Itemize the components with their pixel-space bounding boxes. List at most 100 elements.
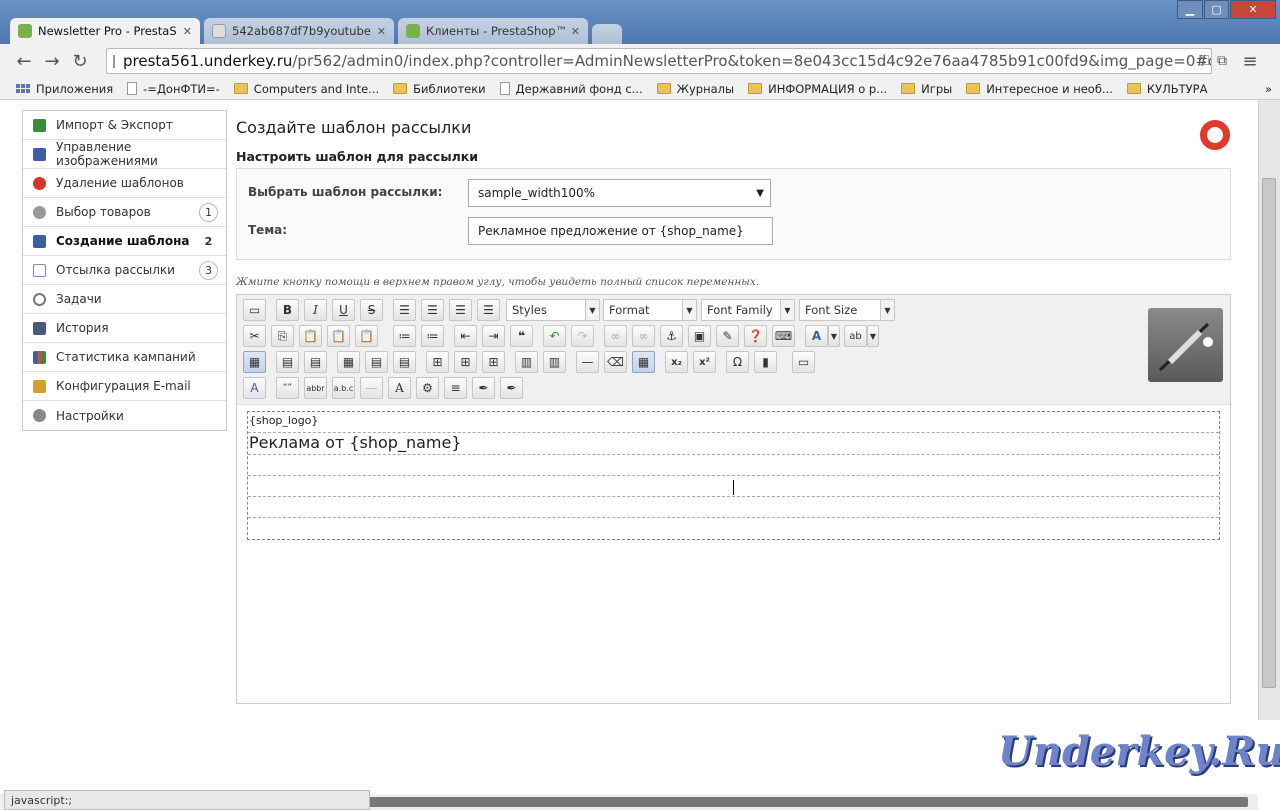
sidebar-item-images[interactable]: Управление изображениями <box>23 140 226 169</box>
cut-icon[interactable]: ✂ <box>243 325 266 347</box>
underline-icon[interactable]: U <box>332 299 355 321</box>
font-size-dropdown[interactable]: Font Size ▼ <box>799 299 895 321</box>
delete-column-icon[interactable]: ▥ <box>543 351 566 373</box>
dropper-icon[interactable]: ✒ <box>500 377 523 399</box>
reload-icon[interactable]: ↻ <box>66 51 94 72</box>
close-window-icon[interactable]: ✕ <box>1230 0 1276 19</box>
align-center-icon[interactable]: ☰ <box>421 299 444 321</box>
vertical-scrollbar[interactable] <box>1258 100 1280 720</box>
italic-icon[interactable]: I <box>304 299 327 321</box>
close-tab-icon[interactable]: ✕ <box>571 25 580 38</box>
cite-icon[interactable]: “” <box>276 377 299 399</box>
insert-row-after-icon[interactable]: ⊞ <box>454 351 477 373</box>
sidebar-item-settings[interactable]: Настройки <box>23 401 226 430</box>
variables-helper-button[interactable] <box>1148 308 1223 382</box>
sidebar-item-send-newsletter[interactable]: Отсылка рассылки 3 <box>23 256 226 285</box>
bookmark-state-fund[interactable]: Державний фонд с... <box>499 82 643 96</box>
new-document-icon[interactable]: ▭ <box>243 299 266 321</box>
align-justify-icon[interactable]: ☰ <box>477 299 500 321</box>
sidebar-item-email-config[interactable]: Конфигурация E-mail <box>23 372 226 401</box>
insertion-icon[interactable]: A <box>388 377 411 399</box>
bookmark-interesting[interactable]: Интересное и необ... <box>966 82 1113 96</box>
help-icon[interactable]: ❓ <box>744 325 767 347</box>
font-family-dropdown[interactable]: Font Family ▼ <box>701 299 795 321</box>
close-tab-icon[interactable]: ✕ <box>377 25 386 38</box>
bookmark-culture[interactable]: КУЛЬТУРА <box>1126 82 1207 96</box>
acronym-icon[interactable]: a.b.c <box>332 377 355 399</box>
visual-grid-icon[interactable]: ▦ <box>632 351 655 373</box>
abbreviation-icon[interactable]: abbr <box>304 377 327 399</box>
bookmark-donfti[interactable]: -=ДонФТИ=- <box>127 82 220 96</box>
visual-aid-icon[interactable]: ▦ <box>243 351 266 373</box>
minimize-icon[interactable]: ▁ <box>1177 0 1203 19</box>
non-breaking-icon[interactable]: ≡ <box>444 377 467 399</box>
copy-icon[interactable]: ⎘ <box>271 325 294 347</box>
back-arrow-icon[interactable]: ← <box>10 51 38 72</box>
bullet-list-icon[interactable]: ≔ <box>393 325 416 347</box>
editor-content-area[interactable]: {shop_logo} Реклама от {shop_name} <box>247 411 1220 540</box>
align-left-icon[interactable]: ☰ <box>393 299 416 321</box>
tab-youtube[interactable]: 542ab687df7b9youtube.pr ✕ <box>204 18 394 44</box>
deletion-icon[interactable]: — <box>360 377 383 399</box>
bookmark-libraries[interactable]: Библиотеки <box>393 82 486 96</box>
format-dropdown[interactable]: Format ▼ <box>603 299 697 321</box>
move-forward-icon[interactable]: ▤ <box>304 351 327 373</box>
media-icon[interactable]: ▮ <box>754 351 777 373</box>
extension-icon[interactable]: ⧉ <box>1208 53 1236 69</box>
delete-row-icon[interactable]: ⊞ <box>482 351 505 373</box>
outdent-icon[interactable]: ⇤ <box>454 325 477 347</box>
special-char-icon[interactable]: Ω <box>726 351 749 373</box>
horizontal-rule-icon[interactable]: — <box>576 351 599 373</box>
bold-icon[interactable]: B <box>276 299 299 321</box>
anchor-icon[interactable]: ⚓ <box>660 325 683 347</box>
insert-layer-icon[interactable]: ▤ <box>276 351 299 373</box>
forward-arrow-icon[interactable]: → <box>38 51 66 72</box>
blockquote-icon[interactable]: ❝ <box>510 325 533 347</box>
tab-clients[interactable]: Клиенты - PrestaShop™ ✕ <box>398 18 588 44</box>
bookmark-journals[interactable]: Журналы <box>656 82 734 96</box>
paste-icon[interactable]: 📋 <box>299 325 322 347</box>
link-icon[interactable]: ∞ <box>604 325 627 347</box>
sidebar-item-campaign-stats[interactable]: Статистика кампаний <box>23 343 226 372</box>
row-properties-icon[interactable]: ▤ <box>365 351 388 373</box>
styles-dropdown[interactable]: Styles ▼ <box>506 299 600 321</box>
chevron-down-icon[interactable]: ▼ <box>828 325 840 347</box>
cell-properties-icon[interactable]: ▤ <box>393 351 416 373</box>
vertical-scroll-thumb[interactable] <box>1262 178 1276 688</box>
subject-input[interactable]: Рекламное предложение от {shop_name} <box>468 217 773 245</box>
insert-row-before-icon[interactable]: ⊞ <box>426 351 449 373</box>
remove-format-icon[interactable]: ⌫ <box>604 351 627 373</box>
attributes-icon[interactable]: ⚙ <box>416 377 439 399</box>
dropper-icon[interactable]: ✒ <box>472 377 495 399</box>
paste-word-icon[interactable]: 📋 <box>355 325 378 347</box>
chevron-down-icon[interactable]: ▼ <box>867 325 879 347</box>
close-tab-icon[interactable]: ✕ <box>183 25 192 38</box>
redo-icon[interactable]: ↷ <box>571 325 594 347</box>
bookmarks-overflow-button[interactable]: » <box>1265 82 1272 96</box>
menu-icon[interactable]: ≡ <box>1236 51 1264 72</box>
sidebar-item-delete-templates[interactable]: Удаление шаблонов <box>23 169 226 198</box>
sidebar-item-import-export[interactable]: Импорт & Экспорт <box>23 111 226 140</box>
insert-column-icon[interactable]: ▥ <box>515 351 538 373</box>
template-select[interactable]: sample_width100% ▼ <box>468 179 771 207</box>
address-bar[interactable]: presta561.underkey.ru/pr562/admin0/index… <box>106 48 1212 74</box>
highlight-color-icon[interactable]: ab <box>844 325 867 347</box>
table-icon[interactable]: ▦ <box>337 351 360 373</box>
bookmark-computers[interactable]: Computers and Inte... <box>233 82 379 96</box>
text-color-icon[interactable]: A <box>805 325 828 347</box>
html-source-icon[interactable]: ⌨ <box>772 325 795 347</box>
sidebar-item-create-template[interactable]: Создание шаблона 2 <box>23 227 226 256</box>
template-insert-icon[interactable]: ▭ <box>792 351 815 373</box>
cleanup-brush-icon[interactable]: ✎ <box>716 325 739 347</box>
help-lifebuoy-icon[interactable] <box>1200 120 1230 150</box>
bookmark-apps[interactable]: Приложения <box>16 82 113 96</box>
maximize-icon[interactable]: ▢ <box>1204 0 1229 19</box>
bookmark-info[interactable]: ИНФОРМАЦИЯ о р... <box>748 82 887 96</box>
sidebar-item-history[interactable]: История <box>23 314 226 343</box>
subscript-icon[interactable]: x₂ <box>665 351 688 373</box>
sidebar-item-tasks[interactable]: Задачи <box>23 285 226 314</box>
strikethrough-icon[interactable]: S <box>360 299 383 321</box>
align-right-icon[interactable]: ☰ <box>449 299 472 321</box>
new-tab-button[interactable] <box>592 24 622 44</box>
style-props-icon[interactable]: A <box>243 377 266 399</box>
